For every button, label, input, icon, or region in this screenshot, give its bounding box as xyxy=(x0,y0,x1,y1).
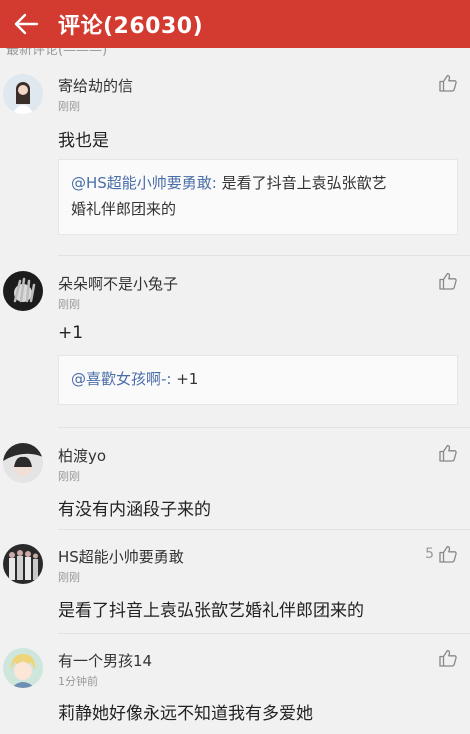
comment-username[interactable]: 寄给劫的信 xyxy=(58,75,133,96)
quoted-username[interactable]: @喜歡女孩啊-: xyxy=(71,370,171,388)
comment-item: 柏渡yo 刚刚 有没有内涵段子来的 xyxy=(0,428,470,530)
comment-list: 寄给劫的信 刚刚 我也是 @HS超能小帅要勇敢: 是看了抖音上袁弘张歆艺 婚礼伴郎… xyxy=(0,58,470,734)
quoted-text-line1: +1 xyxy=(171,370,199,388)
comment-time: 刚刚 xyxy=(58,571,80,584)
comment-username[interactable]: 柏渡yo xyxy=(58,445,106,466)
thumbs-up-icon xyxy=(439,444,457,462)
comment-text: 莉静她好像永远不知道我有多爱她 xyxy=(58,704,313,724)
thumbs-up-icon xyxy=(439,649,457,667)
comment-item: HS超能小帅要勇敢 刚刚 5 是看了抖音上袁弘张歆艺婚礼伴郎团来的 xyxy=(0,530,470,634)
like-button[interactable] xyxy=(434,648,458,668)
back-arrow-icon xyxy=(14,13,39,35)
truncated-text: 最新评论(———) xyxy=(6,48,108,58)
like-button[interactable] xyxy=(434,73,458,93)
avatar[interactable] xyxy=(3,443,43,483)
comment-time: 1分钟前 xyxy=(58,675,98,688)
comment-text: 我也是 xyxy=(58,131,109,151)
quoted-text-line2: 婚礼伴郎团来的 xyxy=(71,200,177,218)
comment-time: 刚刚 xyxy=(58,100,80,113)
like-button[interactable] xyxy=(434,271,458,291)
thumbs-up-icon xyxy=(439,545,457,563)
truncated-section-label: 最新评论(———) xyxy=(0,48,470,58)
like-count: 5 xyxy=(425,546,434,562)
back-button[interactable] xyxy=(0,0,52,48)
comment-text: +1 xyxy=(58,323,84,343)
quoted-text-line1: 是看了抖音上袁弘张歆艺 xyxy=(216,174,387,192)
comment-item: 朵朵啊不是小兔子 刚刚 +1 @喜歡女孩啊-: +1 xyxy=(0,256,470,428)
quoted-username[interactable]: @HS超能小帅要勇敢: xyxy=(71,174,217,192)
app-header: 评论(26030) xyxy=(0,0,470,48)
page-title: 评论(26030) xyxy=(58,14,204,39)
avatar[interactable] xyxy=(3,271,43,311)
avatar[interactable] xyxy=(3,544,43,584)
like-button[interactable] xyxy=(434,443,458,463)
comment-text: 有没有内涵段子来的 xyxy=(58,500,211,520)
quoted-reply[interactable]: @喜歡女孩啊-: +1 xyxy=(58,355,458,405)
thumbs-up-icon xyxy=(439,272,457,290)
comment-text: 是看了抖音上袁弘张歆艺婚礼伴郎团来的 xyxy=(58,601,364,621)
comment-username[interactable]: 有一个男孩14 xyxy=(58,650,152,671)
comment-time: 刚刚 xyxy=(58,470,80,483)
comment-item: 有一个男孩14 1分钟前 莉静她好像永远不知道我有多爱她 xyxy=(0,634,470,734)
quoted-reply[interactable]: @HS超能小帅要勇敢: 是看了抖音上袁弘张歆艺婚礼伴郎团来的 xyxy=(58,159,458,235)
comment-item: 寄给劫的信 刚刚 我也是 @HS超能小帅要勇敢: 是看了抖音上袁弘张歆艺婚礼伴郎… xyxy=(0,58,470,256)
avatar[interactable] xyxy=(3,74,43,114)
comment-username[interactable]: 朵朵啊不是小兔子 xyxy=(58,273,178,294)
thumbs-up-icon xyxy=(439,74,457,92)
comment-time: 刚刚 xyxy=(58,298,80,311)
like-button[interactable]: 5 xyxy=(425,544,458,564)
avatar[interactable] xyxy=(3,648,43,688)
comment-username[interactable]: HS超能小帅要勇敢 xyxy=(58,546,184,567)
